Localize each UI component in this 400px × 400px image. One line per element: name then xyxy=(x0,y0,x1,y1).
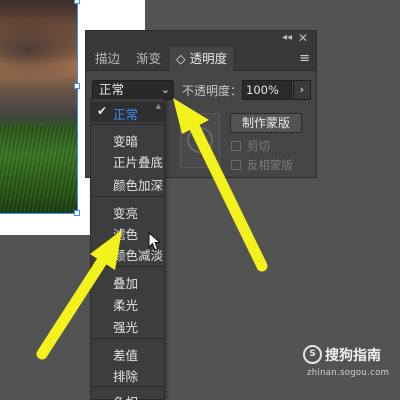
mask-thumbnail[interactable] xyxy=(180,113,220,168)
invert-mask-label: 反相蒙版 xyxy=(247,158,293,172)
selection-handle-mid-right[interactable] xyxy=(74,83,80,89)
blend-option-overlay[interactable]: 叠加 xyxy=(113,273,138,292)
blend-option-hue[interactable]: 色相 xyxy=(113,392,138,400)
check-icon: ✔ xyxy=(97,104,108,118)
tab-stroke[interactable]: 描边 xyxy=(89,47,126,71)
mask-circle-icon xyxy=(187,127,213,153)
blend-option-screen[interactable]: 滤色 xyxy=(113,224,138,243)
panel-title-bar[interactable]: ◂◂ ✕ xyxy=(86,31,316,47)
invert-mask-checkbox-box xyxy=(231,160,241,170)
blend-mode-select[interactable]: 正常 ⌄ xyxy=(92,80,174,100)
opacity-label: 不透明度： xyxy=(182,84,243,98)
opacity-arrow-button[interactable]: › xyxy=(293,80,311,100)
invert-mask-checkbox[interactable]: 反相蒙版 xyxy=(231,157,293,173)
landscape-photo[interactable] xyxy=(0,0,78,213)
watermark-title: 搜狗指南 xyxy=(325,348,381,364)
make-mask-button[interactable]: 制作蒙版 xyxy=(230,113,302,133)
blend-option-lighten[interactable]: 变亮 xyxy=(113,203,138,222)
tab-gradient[interactable]: 渐变 xyxy=(130,47,167,71)
opacity-input[interactable]: 100% xyxy=(242,80,292,100)
collapse-icon[interactable]: ◂◂ xyxy=(282,32,292,43)
dropdown-separator xyxy=(91,196,164,197)
clip-checkbox[interactable]: 剪切 xyxy=(231,138,270,154)
dropdown-separator xyxy=(91,386,164,387)
dropdown-separator xyxy=(91,338,164,339)
sogou-logo-icon: S xyxy=(303,345,322,364)
blend-option-exclusion[interactable]: 排除 xyxy=(113,366,138,385)
tab-transparency[interactable]: ◇ 透明度 xyxy=(170,47,234,71)
chevron-down-icon: ⌄ xyxy=(160,83,170,96)
scroll-up-icon[interactable]: ▲ xyxy=(156,102,161,110)
sogou-watermark: S 搜狗指南 zhinan.sogou.com xyxy=(303,344,398,384)
blend-option-color-burn[interactable]: 颜色加深 xyxy=(113,175,163,194)
mouse-pointer-icon xyxy=(148,232,162,251)
dropdown-separator xyxy=(91,124,164,125)
close-icon[interactable]: ✕ xyxy=(298,31,308,45)
blend-mode-value: 正常 xyxy=(99,82,125,97)
panel-menu-icon[interactable]: ≡ xyxy=(299,51,310,66)
dropdown-separator xyxy=(91,266,164,267)
clip-checkbox-box xyxy=(231,141,241,151)
blend-option-multiply[interactable]: 正片叠底 xyxy=(113,152,163,171)
blend-option-darken[interactable]: 变暗 xyxy=(113,131,138,150)
selection-handle-top-right[interactable] xyxy=(74,0,80,4)
selection-edge-right xyxy=(77,0,78,214)
blend-option-soft-light[interactable]: 柔光 xyxy=(113,295,138,314)
blend-option-difference[interactable]: 差值 xyxy=(113,345,138,364)
clip-label: 剪切 xyxy=(247,139,270,153)
selection-edge-bottom xyxy=(0,213,78,214)
blend-option-hard-light[interactable]: 强光 xyxy=(113,317,138,336)
watermark-url: zhinan.sogou.com xyxy=(307,368,390,378)
selection-handle-bottom-right[interactable] xyxy=(74,210,80,216)
panel-tabs: 描边 渐变 ◇ 透明度 ≡ xyxy=(86,47,316,71)
blend-option-normal[interactable]: 正常 xyxy=(113,104,138,123)
